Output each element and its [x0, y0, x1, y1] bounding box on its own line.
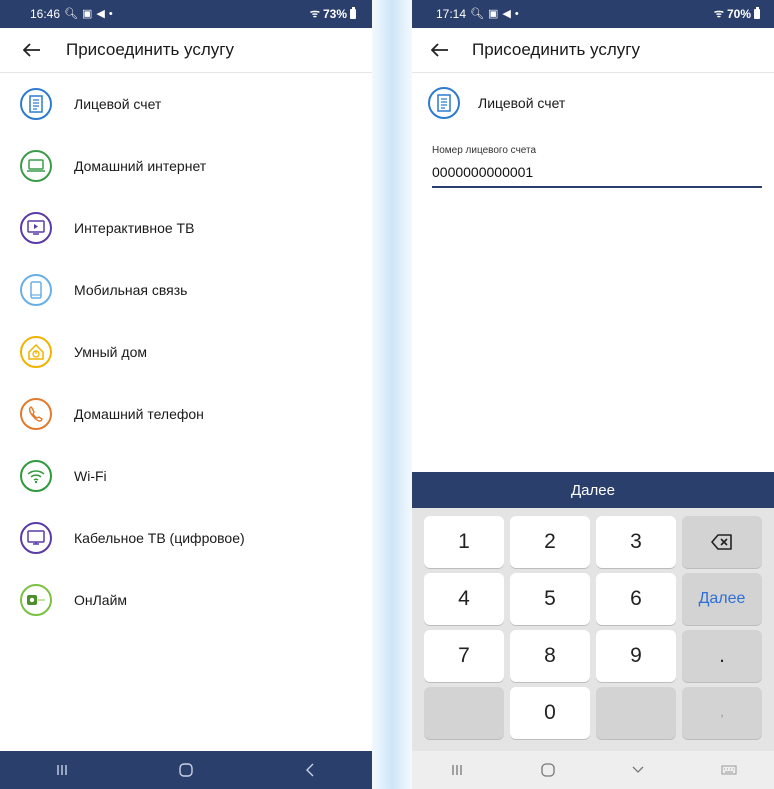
- service-label: Мобильная связь: [74, 282, 188, 298]
- key-blank-right: [596, 687, 676, 739]
- battery-icon: [350, 7, 356, 19]
- numeric-keyboard: Далее 1 2 3 4 5 6 Далее 7 8 9 . 0 ,: [412, 472, 774, 751]
- service-item-account[interactable]: Лицевой счет: [0, 73, 372, 135]
- service-label: Умный дом: [74, 344, 147, 360]
- key-blank-left: [424, 687, 504, 739]
- laptop-icon: [20, 150, 52, 182]
- phone-handset-icon: [20, 398, 52, 430]
- selected-service-label: Лицевой счет: [478, 95, 566, 111]
- service-item-onlime[interactable]: ОнЛайм: [0, 569, 372, 631]
- phone-screen-services: 16:46 🔍︎ ▣ ◀ • ᯤ 73% Присоединить услугу…: [0, 0, 372, 789]
- system-nav-bar: [0, 751, 372, 789]
- service-item-mobile[interactable]: Мобильная связь: [0, 259, 372, 321]
- app-bar: Присоединить услугу: [0, 28, 372, 73]
- service-label: Домашний интернет: [74, 158, 207, 174]
- phone-screen-account-entry: 17:14 🔍︎ ▣ ◀ • ᯤ 70% Присоединить услугу…: [412, 0, 774, 789]
- hide-keyboard-icon[interactable]: [618, 755, 658, 785]
- key-4[interactable]: 4: [424, 573, 504, 625]
- home-icon[interactable]: [166, 755, 206, 785]
- monitor-icon: [20, 522, 52, 554]
- key-9[interactable]: 9: [596, 630, 676, 682]
- status-bar: 17:14 🔍︎ ▣ ◀ • ᯤ 70%: [412, 0, 774, 28]
- selected-service: Лицевой счет: [412, 73, 774, 119]
- document-icon: [20, 88, 52, 120]
- status-bar: 16:46 🔍︎ ▣ ◀ • ᯤ 73%: [0, 0, 372, 28]
- gallery-status-icon: ▣: [488, 7, 499, 20]
- keyboard-switch-icon[interactable]: [709, 755, 749, 785]
- wifi-icon: [20, 460, 52, 492]
- key-0[interactable]: 0: [510, 687, 590, 739]
- service-label: Wi-Fi: [74, 468, 107, 484]
- service-item-home-internet[interactable]: Домашний интернет: [0, 135, 372, 197]
- service-label: Лицевой счет: [74, 96, 162, 112]
- search-status-icon: 🔍︎: [64, 7, 78, 20]
- gallery-status-icon: ▣: [82, 7, 93, 20]
- service-label: Кабельное ТВ (цифровое): [74, 530, 245, 546]
- account-number-input[interactable]: [432, 156, 762, 188]
- service-item-smart-home[interactable]: Умный дом: [0, 321, 372, 383]
- wifi-signal-status-icon: ᯤ: [713, 7, 724, 20]
- service-item-cable-tv[interactable]: Кабельное ТВ (цифровое): [0, 507, 372, 569]
- key-2[interactable]: 2: [510, 516, 590, 568]
- system-nav-bar: [412, 751, 774, 789]
- backspace-icon: [711, 534, 732, 550]
- search-status-icon: 🔍︎: [470, 7, 484, 20]
- service-label: ОнЛайм: [74, 592, 128, 608]
- battery-percent: 73%: [322, 7, 347, 21]
- keyboard-next-bar[interactable]: Далее: [412, 472, 774, 508]
- service-item-interactive-tv[interactable]: Интерактивное ТВ: [0, 197, 372, 259]
- service-label: Домашний телефон: [74, 406, 204, 422]
- telegram-status-icon: ◀: [96, 7, 105, 20]
- wifi-signal-status-icon: ᯤ: [309, 7, 320, 20]
- document-icon: [428, 87, 460, 119]
- key-6[interactable]: 6: [596, 573, 676, 625]
- dot-status-icon: •: [108, 7, 113, 20]
- service-item-wifi[interactable]: Wi-Fi: [0, 445, 372, 507]
- smart-home-icon: [20, 336, 52, 368]
- service-item-home-phone[interactable]: Домашний телефон: [0, 383, 372, 445]
- next-key[interactable]: Далее: [682, 573, 762, 625]
- tv-play-icon: [20, 212, 52, 244]
- key-comma[interactable]: ,: [682, 687, 762, 739]
- recent-apps-icon[interactable]: [437, 755, 477, 785]
- account-number-label: Номер лицевого счета: [432, 145, 537, 156]
- recent-apps-icon[interactable]: [42, 755, 82, 785]
- smartphone-icon: [20, 274, 52, 306]
- nav-back-icon[interactable]: [290, 755, 330, 785]
- home-icon[interactable]: [528, 755, 568, 785]
- battery-percent: 70%: [726, 7, 751, 21]
- key-dot[interactable]: .: [682, 630, 762, 682]
- account-number-field: Номер лицевого счета: [432, 145, 762, 188]
- dot-status-icon: •: [514, 7, 519, 20]
- key-5[interactable]: 5: [510, 573, 590, 625]
- key-7[interactable]: 7: [424, 630, 504, 682]
- back-arrow-icon[interactable]: [18, 36, 46, 64]
- key-3[interactable]: 3: [596, 516, 676, 568]
- status-time: 17:14: [436, 7, 467, 21]
- key-1[interactable]: 1: [424, 516, 504, 568]
- page-title: Присоединить услугу: [66, 40, 234, 59]
- status-time: 16:46: [30, 7, 61, 21]
- service-label: Интерактивное ТВ: [74, 220, 195, 236]
- onlime-logo-icon: [20, 584, 52, 616]
- key-8[interactable]: 8: [510, 630, 590, 682]
- services-list: Лицевой счет Домашний интернет Интеракти…: [0, 73, 372, 631]
- telegram-status-icon: ◀: [502, 7, 511, 20]
- page-title: Присоединить услугу: [472, 40, 640, 59]
- battery-icon: [754, 7, 760, 19]
- back-arrow-icon[interactable]: [426, 36, 454, 64]
- app-bar: Присоединить услугу: [412, 28, 774, 73]
- backspace-key[interactable]: [682, 516, 762, 568]
- background-gap: [372, 0, 412, 789]
